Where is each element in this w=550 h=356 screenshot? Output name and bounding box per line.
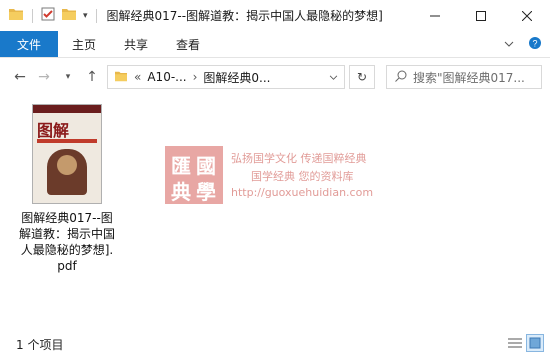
seal-char: 國 (196, 154, 216, 178)
view-buttons (506, 334, 544, 352)
quick-access-toolbar: ▾ (0, 7, 99, 24)
status-bar: 1 个项目 (0, 332, 550, 356)
close-button[interactable] (504, 0, 550, 31)
search-placeholder: 搜索"图解经典017... (413, 70, 525, 85)
file-name: 图解经典017--图解道教：揭示中国人最隐秘的梦想].pdf (18, 211, 115, 273)
navigation-bar: ← → ▾ ↑ « A10-... › 图解经典0... ↻ 搜索"图解经典01… (0, 58, 550, 96)
ribbon-tabs: 文件 主页 共享 查看 ? (0, 31, 550, 58)
ribbon-right: ? (504, 31, 542, 57)
new-folder-icon[interactable] (61, 7, 77, 24)
breadcrumb-item[interactable]: A10-... (147, 70, 186, 84)
breadcrumb-item[interactable]: 图解经典0... (203, 69, 270, 86)
properties-icon[interactable] (41, 7, 55, 24)
watermark-url: http://guoxuehuidian.com (231, 186, 374, 199)
up-button[interactable]: ↑ (80, 65, 104, 89)
toolbar-separator (95, 8, 97, 23)
folder-icon (114, 70, 128, 85)
forward-arrow-icon: → (38, 69, 50, 85)
maximize-button[interactable] (458, 0, 504, 31)
item-count: 1 个项目 (16, 337, 64, 352)
seal-char: 學 (196, 180, 216, 204)
file-item[interactable]: 图解 图解经典017--图解道教：揭示中国人最隐秘的梦想].pdf (18, 104, 116, 274)
breadcrumb-overflow[interactable]: « (134, 70, 141, 84)
recent-locations-button[interactable]: ▾ (56, 65, 80, 89)
seal-char: 典 (171, 180, 191, 204)
pdf-thumbnail: 图解 (32, 104, 102, 204)
file-list: 图解 图解经典017--图解道教：揭示中国人最隐秘的梦想].pdf 匯 國 典 … (0, 96, 550, 328)
search-input[interactable]: 搜索"图解经典017... (386, 65, 542, 89)
window-controls (412, 0, 550, 31)
refresh-icon: ↻ (356, 70, 368, 84)
watermark-tagline: 国学经典 您的资料库 (251, 170, 354, 183)
refresh-button[interactable]: ↻ (349, 65, 375, 89)
breadcrumb-separator-icon[interactable]: › (193, 70, 198, 84)
cover-band (33, 105, 101, 113)
back-button[interactable]: ← (8, 65, 32, 89)
seal-char: 匯 (171, 154, 191, 178)
tab-share[interactable]: 共享 (110, 31, 162, 57)
customize-toolbar-icon[interactable]: ▾ (83, 11, 88, 21)
address-dropdown-icon[interactable] (329, 70, 338, 84)
expand-ribbon-icon[interactable] (504, 37, 514, 51)
large-icons-view-button[interactable] (526, 334, 544, 352)
cover-figure-head (57, 155, 77, 175)
tab-home[interactable]: 主页 (58, 31, 110, 57)
forward-button[interactable]: → (32, 65, 56, 89)
chevron-down-icon: ▾ (65, 72, 71, 82)
title-bar: ▾ 图解经典017--图解道教：揭示中国人最隐秘的梦想] (0, 0, 550, 31)
up-arrow-icon: ↑ (86, 69, 98, 85)
minimize-button[interactable] (412, 0, 458, 31)
folder-icon (8, 7, 24, 24)
search-icon (395, 70, 407, 85)
window-title: 图解经典017--图解道教：揭示中国人最隐秘的梦想] (106, 9, 383, 23)
large-icons-view-icon (529, 337, 541, 349)
minimize-icon (430, 15, 440, 16)
svg-text:?: ? (532, 38, 537, 48)
tab-view[interactable]: 查看 (162, 31, 214, 57)
maximize-icon (476, 10, 486, 21)
toolbar-separator (32, 8, 33, 23)
watermark-slogan: 弘扬国学文化 传递国粹经典 (231, 152, 367, 165)
cover-subtitle-bar (37, 139, 97, 143)
address-bar[interactable]: « A10-... › 图解经典0... (107, 65, 345, 89)
details-view-icon (508, 338, 522, 348)
watermark: 匯 國 典 學 弘扬国学文化 传递国粹经典 国学经典 您的资料库 http://… (165, 146, 405, 206)
help-icon[interactable]: ? (528, 36, 542, 53)
details-view-button[interactable] (506, 334, 524, 352)
cover-title: 图解 (37, 121, 70, 140)
watermark-seal: 匯 國 典 學 (165, 146, 223, 204)
close-icon (522, 10, 532, 21)
tab-file[interactable]: 文件 (0, 31, 58, 57)
back-arrow-icon: ← (14, 69, 26, 85)
